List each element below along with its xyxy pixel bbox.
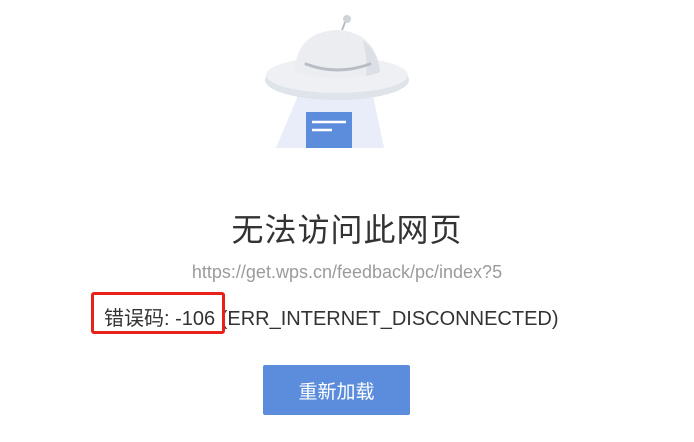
error-page: 无法访问此网页 https://get.wps.cn/feedback/pc/i… bbox=[0, 0, 694, 442]
page-url: https://get.wps.cn/feedback/pc/index?5 bbox=[191, 262, 503, 282]
reload-button[interactable]: 重新加载 bbox=[263, 365, 410, 415]
error-code-detail: (ERR_INTERNET_DISCONNECTED) bbox=[215, 308, 559, 330]
page-title: 无法访问此网页 bbox=[231, 211, 463, 249]
error-code-highlight-box bbox=[91, 292, 225, 334]
ufo-icon bbox=[262, 14, 412, 154]
